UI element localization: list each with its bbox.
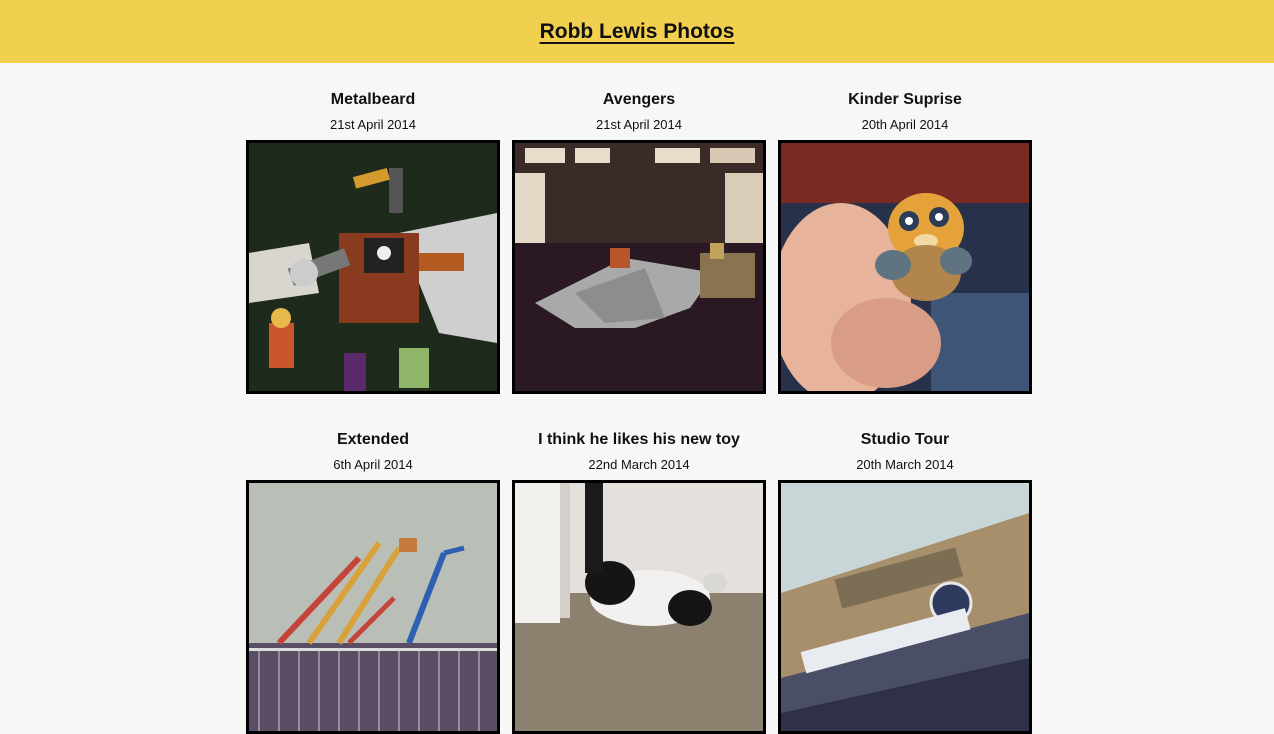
lego-pirate-robot-image — [249, 143, 497, 391]
photo-date: 20th April 2014 — [861, 117, 949, 132]
lego-jet-image — [515, 143, 763, 391]
photo-title-link[interactable]: Metalbeard — [246, 90, 500, 110]
cherry-pickers-image — [249, 483, 497, 731]
warner-bros-studio-image — [781, 483, 1029, 731]
photo-date: 6th April 2014 — [333, 457, 413, 472]
photo-card: Kinder Suprise 20th April 2014 — [778, 63, 1032, 394]
toy-bird-in-hand-image — [781, 143, 1029, 391]
photo-date: 22nd March 2014 — [588, 457, 690, 472]
photo-card: I think he likes his new toy 22nd March … — [512, 394, 766, 734]
photo-title-link[interactable]: Studio Tour — [778, 430, 1032, 450]
photo-thumbnail[interactable] — [512, 480, 766, 734]
photo-thumbnail[interactable] — [246, 480, 500, 734]
photo-title-link[interactable]: I think he likes his new toy — [512, 430, 766, 450]
cat-on-floor-image — [515, 483, 763, 731]
site-header: Robb Lewis Photos — [0, 0, 1274, 63]
photo-title-link[interactable]: Extended — [246, 430, 500, 450]
photo-date: 21st April 2014 — [329, 117, 416, 132]
photo-date: 20th March 2014 — [856, 457, 954, 472]
photo-card: Avengers 21st April 2014 — [512, 63, 766, 394]
photo-card: Extended 6th April 2014 — [246, 394, 500, 734]
photo-thumbnail[interactable] — [246, 140, 500, 394]
photo-date: 21st April 2014 — [595, 117, 682, 132]
photo-thumbnail[interactable] — [778, 480, 1032, 734]
photo-card: Studio Tour 20th March 2014 — [778, 394, 1032, 734]
photo-thumbnail[interactable] — [778, 140, 1032, 394]
photo-grid: Metalbeard 21st April 2014 Avengers 21st… — [246, 63, 1032, 734]
photo-title-link[interactable]: Kinder Suprise — [778, 90, 1032, 110]
photo-card: Metalbeard 21st April 2014 — [246, 63, 500, 394]
site-title-link[interactable]: Robb Lewis Photos — [540, 20, 735, 44]
photo-title-link[interactable]: Avengers — [512, 90, 766, 110]
photo-thumbnail[interactable] — [512, 140, 766, 394]
